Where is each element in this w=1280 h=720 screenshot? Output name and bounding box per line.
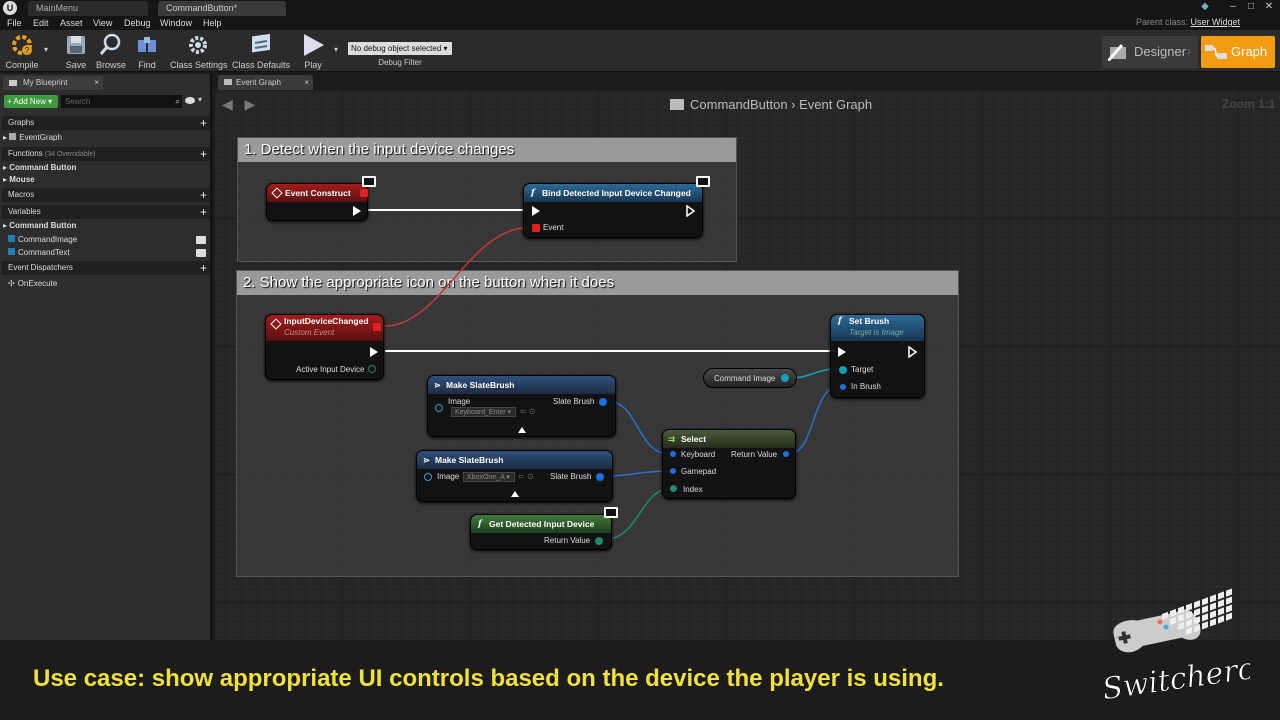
node-header: f Bind Detected Input Device Changed <box>524 184 702 202</box>
event-construct-node[interactable]: Event Construct <box>266 183 368 221</box>
function-icon: f <box>838 316 842 326</box>
pin-label: Event <box>543 223 564 232</box>
exec-in-pin[interactable] <box>532 206 540 216</box>
select-node[interactable]: ⇉ Select Keyboard Return Value Gamepad I… <box>662 429 796 499</box>
pin-label: Return Value <box>731 450 778 459</box>
delegate-wire <box>384 227 528 327</box>
in-brush-pin[interactable] <box>840 384 846 390</box>
node-title: Get Detected Input Device <box>489 519 595 529</box>
keyboard-pin[interactable] <box>670 451 676 457</box>
slate-brush-out-pin[interactable] <box>599 398 607 406</box>
image-pin[interactable] <box>435 404 443 412</box>
get-detected-input-node[interactable]: f Get Detected Input Device Return Value <box>470 514 612 550</box>
function-icon: f <box>531 188 535 198</box>
target-pin[interactable] <box>839 366 847 374</box>
input-device-changed-node[interactable]: InputDeviceChanged Custom Event Active I… <box>265 314 384 380</box>
return-value-pin[interactable] <box>595 537 603 545</box>
exec-out-outline-icon <box>908 346 918 358</box>
network-monitor-icon <box>696 176 710 187</box>
function-icon: f <box>478 519 482 529</box>
pin-label: Slate Brush <box>553 397 595 406</box>
combo-value: Keyboard_Enter <box>455 409 506 416</box>
network-monitor-icon <box>604 507 618 518</box>
pin-label: Return Value <box>544 536 591 545</box>
pin-label: Slate Brush <box>550 472 592 481</box>
use-selected-arrow-icon[interactable]: ⇐ ⊙ <box>518 472 534 481</box>
node-title: Command Image <box>714 374 776 383</box>
make-slatebrush-node[interactable]: ⋗ Make SlateBrush Image XboxOne_A ▾ ⇐ ⊙ … <box>416 450 613 502</box>
image-asset-combo[interactable]: XboxOne_A ▾ <box>463 472 515 482</box>
node-header: InputDeviceChanged Custom Event <box>266 315 383 341</box>
bind-detected-input-node[interactable]: f Bind Detected Input Device Changed Eve… <box>523 183 703 238</box>
node-title: Make SlateBrush <box>435 455 504 465</box>
switcheroo-controller-keyboard-icon: Switcheroo <box>1100 588 1276 708</box>
expand-arrow-icon[interactable] <box>518 427 526 433</box>
use-selected-arrow-icon[interactable]: ⇐ ⊙ <box>520 407 536 416</box>
delegate-pin[interactable] <box>373 323 381 331</box>
active-input-pin[interactable] <box>368 365 376 373</box>
struct-icon: ⋗ <box>423 455 431 465</box>
use-case-caption: Use case: show appropriate UI controls b… <box>33 665 944 692</box>
node-header: f Set Brush Target is Image <box>831 315 924 341</box>
gamepad-pin[interactable] <box>670 468 676 474</box>
combo-value: XboxOne_A <box>467 474 505 481</box>
pin-label: Target <box>851 365 874 374</box>
exec-out-pin[interactable] <box>353 206 361 216</box>
image-asset-combo[interactable]: Keyboard_Enter ▾ <box>451 407 516 417</box>
switcheroo-wordmark: Switcheroo <box>1100 649 1250 706</box>
node-header: ⋗ Make SlateBrush <box>428 376 615 394</box>
node-subtitle: Target is Image <box>849 328 904 337</box>
node-header: ⇉ Select <box>663 430 795 448</box>
pin-label: Index <box>683 485 703 494</box>
event-icon <box>270 318 282 330</box>
delegate-pin[interactable] <box>360 189 368 197</box>
node-header: ⋗ Make SlateBrush <box>417 451 612 469</box>
node-header: Event Construct <box>267 184 367 202</box>
event-delegate-pin[interactable] <box>532 224 540 232</box>
wires <box>368 209 839 541</box>
command-image-out-pin[interactable] <box>781 374 789 382</box>
make-slatebrush-node[interactable]: ⋗ Make SlateBrush Image Keyboard_Enter ▾… <box>427 375 616 437</box>
pin-label: Gamepad <box>681 467 717 476</box>
pin-label: Active Input Device <box>296 365 365 374</box>
pin-label: Keyboard <box>681 450 716 459</box>
return-value-pin[interactable] <box>783 451 789 457</box>
pin-label: Image <box>448 397 471 406</box>
index-pin[interactable] <box>670 485 677 492</box>
node-title: Select <box>681 434 707 444</box>
node-title: Bind Detected Input Device Changed <box>542 188 691 198</box>
event-icon <box>271 187 283 199</box>
node-title: Make SlateBrush <box>446 380 515 390</box>
image-pin[interactable] <box>424 473 432 481</box>
exec-out-pin[interactable] <box>370 347 378 357</box>
command-image-getter-node[interactable]: Command Image <box>703 368 797 388</box>
exec-in-pin[interactable] <box>838 347 846 357</box>
select-icon: ⇉ <box>668 434 676 444</box>
pin-label: In Brush <box>851 382 881 391</box>
brush-wire <box>602 470 671 477</box>
exec-out-outline-icon <box>686 205 696 217</box>
pin-label: Image <box>437 472 460 481</box>
set-brush-node[interactable]: f Set Brush Target is Image Target In Br… <box>830 314 925 398</box>
switcheroo-logo: Switcheroo <box>1100 586 1276 708</box>
node-header: f Get Detected Input Device <box>471 515 611 533</box>
expand-arrow-icon[interactable] <box>511 491 519 497</box>
node-subtitle: Custom Event <box>284 328 335 337</box>
struct-icon: ⋗ <box>434 380 442 390</box>
network-monitor-icon <box>362 176 376 187</box>
brush-wire <box>788 386 839 455</box>
node-title: Event Construct <box>285 188 351 198</box>
slate-brush-out-pin[interactable] <box>596 473 604 481</box>
